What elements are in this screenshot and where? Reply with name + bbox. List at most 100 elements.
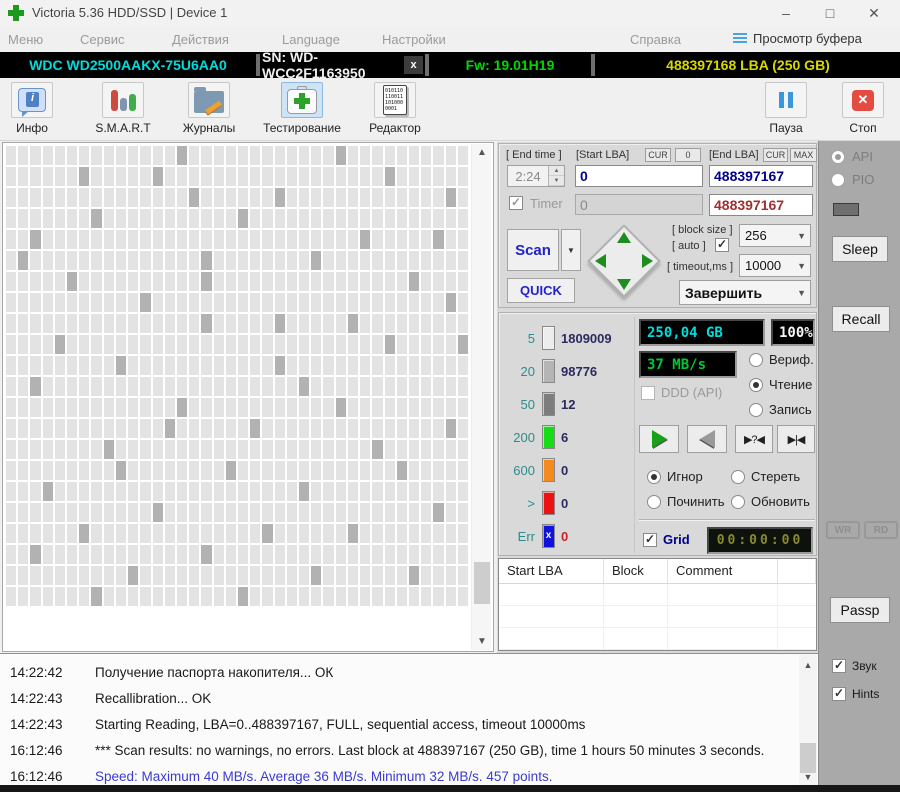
pio-radio[interactable] xyxy=(831,173,845,187)
mode-write-radio[interactable] xyxy=(749,403,763,417)
col-block[interactable]: Block xyxy=(604,559,668,583)
scan-block xyxy=(30,335,40,354)
mode-verify-radio[interactable] xyxy=(749,353,763,367)
menu-service[interactable]: Сервис xyxy=(80,32,125,47)
scan-block xyxy=(372,377,382,396)
close-button[interactable]: ✕ xyxy=(852,0,896,26)
timer-checkbox[interactable] xyxy=(509,196,523,210)
logs-button[interactable]: Журналы xyxy=(176,82,242,135)
pause-button[interactable]: Пауза xyxy=(760,82,812,135)
table-row xyxy=(499,628,816,650)
smart-button[interactable]: S.M.A.R.T xyxy=(90,82,156,135)
scan-block xyxy=(409,293,419,312)
sleep-button[interactable]: Sleep xyxy=(832,236,888,262)
scan-block xyxy=(250,461,260,480)
minimize-button[interactable]: – xyxy=(764,0,808,26)
end-time-spinner[interactable]: 2:24 ▲▼ xyxy=(507,165,565,187)
scan-block xyxy=(165,209,175,228)
scan-block xyxy=(201,230,211,249)
start-lba-cur-button[interactable]: CUR xyxy=(645,148,671,162)
finish-action-combo[interactable]: Завершить▼ xyxy=(679,280,811,305)
menu-settings[interactable]: Настройки xyxy=(382,32,446,47)
scan-block xyxy=(360,461,370,480)
back-button[interactable] xyxy=(687,425,727,453)
scan-block xyxy=(287,587,297,606)
block-size-combo[interactable]: 256▼ xyxy=(739,224,811,247)
scroll-thumb[interactable] xyxy=(474,562,490,604)
testing-button[interactable]: Тестирование xyxy=(250,82,354,135)
menu-language[interactable]: Language xyxy=(282,32,340,47)
scan-block xyxy=(128,293,138,312)
scan-block xyxy=(67,440,77,459)
start-lba-zero-button[interactable]: 0 xyxy=(675,148,701,162)
scan-block xyxy=(67,188,77,207)
scan-block xyxy=(165,545,175,564)
device-close-button[interactable]: x xyxy=(404,56,423,74)
stop-button[interactable]: ✕ Стоп xyxy=(837,82,889,135)
scan-block xyxy=(433,209,443,228)
dpad-down-icon[interactable] xyxy=(617,279,631,290)
api-radio[interactable] xyxy=(831,150,845,164)
scan-block xyxy=(43,293,53,312)
end-lba-cur-button[interactable]: CUR xyxy=(763,148,788,162)
act-repair-radio[interactable] xyxy=(647,495,661,509)
scan-block xyxy=(43,398,53,417)
info-button[interactable]: Инфо xyxy=(6,82,58,135)
act-ignore-radio[interactable] xyxy=(647,470,661,484)
seek-step-button[interactable]: ▶|◀ xyxy=(777,425,815,453)
passp-button[interactable]: Passp xyxy=(830,597,890,623)
grid-checkbox[interactable] xyxy=(643,533,657,547)
scan-block xyxy=(116,545,126,564)
col-start-lba[interactable]: Start LBA xyxy=(499,559,604,583)
scan-block xyxy=(104,293,114,312)
spin-down-icon[interactable]: ▼ xyxy=(549,176,564,186)
log-scroll-down-icon[interactable]: ▼ xyxy=(799,769,817,785)
menu-help[interactable]: Справка xyxy=(630,32,681,47)
scroll-up-icon[interactable]: ▲ xyxy=(472,144,492,161)
seek-question-button[interactable]: ▶?◀ xyxy=(735,425,773,453)
scan-block xyxy=(409,272,419,291)
start-lba-input[interactable]: 0 xyxy=(575,165,703,187)
menu-menu[interactable]: Меню xyxy=(8,32,43,47)
maximize-button[interactable]: □ xyxy=(808,0,852,26)
end-lba-input[interactable]: 488397167 xyxy=(709,165,813,187)
log-entry: 14:22:42 Получение паспорта накопителя..… xyxy=(0,660,790,684)
scan-block xyxy=(311,398,321,417)
mode-read-radio[interactable] xyxy=(749,378,763,392)
scan-block xyxy=(323,524,333,543)
scan-block xyxy=(226,146,236,165)
act-erase-radio[interactable] xyxy=(731,470,745,484)
timeout-combo[interactable]: 10000▼ xyxy=(739,254,811,277)
recall-button[interactable]: Recall xyxy=(832,306,890,332)
editor-button[interactable]: 010110 110011 101000 0001 Редактор xyxy=(360,82,430,135)
log-scroll-up-icon[interactable]: ▲ xyxy=(799,657,817,673)
scan-button[interactable]: Scan xyxy=(507,229,559,271)
act-refresh-radio[interactable] xyxy=(731,495,745,509)
scan-block xyxy=(177,230,187,249)
auto-checkbox[interactable] xyxy=(715,238,729,252)
dpad-left-icon[interactable] xyxy=(595,254,606,268)
scroll-down-icon[interactable]: ▼ xyxy=(472,633,492,650)
dpad-right-icon[interactable] xyxy=(642,254,653,268)
quick-button[interactable]: QUICK xyxy=(507,278,575,303)
scan-dropdown-button[interactable]: ▼ xyxy=(561,229,581,271)
dpad-up-icon[interactable] xyxy=(617,232,631,243)
scan-block xyxy=(177,293,187,312)
hints-checkbox[interactable] xyxy=(832,687,846,701)
scan-block xyxy=(116,230,126,249)
scan-map-scrollbar[interactable]: ▲ ▼ xyxy=(471,144,491,650)
buffer-view-button[interactable]: Просмотр буфера xyxy=(733,31,862,46)
dpad-control[interactable] xyxy=(587,224,661,298)
scan-block xyxy=(323,167,333,186)
scan-block xyxy=(262,188,272,207)
col-comment[interactable]: Comment xyxy=(668,559,778,583)
play-button[interactable] xyxy=(639,425,679,453)
end-lba-max-button[interactable]: MAX xyxy=(790,148,817,162)
scan-block xyxy=(104,251,114,270)
scan-block xyxy=(446,377,456,396)
spin-up-icon[interactable]: ▲ xyxy=(549,166,564,176)
log-scrollbar[interactable]: ▲ ▼ xyxy=(799,655,817,785)
sound-checkbox[interactable] xyxy=(832,659,846,673)
end-lba-mirror-input[interactable]: 488397167 xyxy=(709,194,813,216)
menu-actions[interactable]: Действия xyxy=(172,32,229,47)
